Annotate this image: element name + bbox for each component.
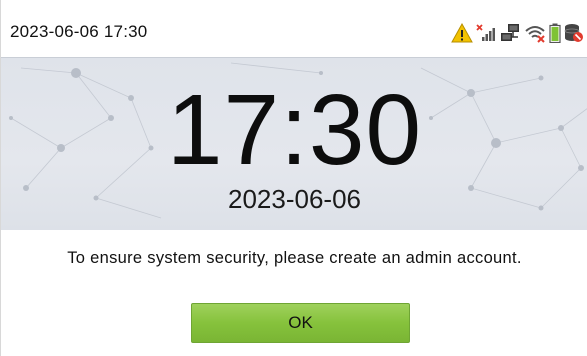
security-message: To ensure system security, please create… bbox=[67, 249, 522, 267]
status-bar: 2023-06-06 17:30 bbox=[1, 0, 587, 58]
no-signal-icon bbox=[476, 23, 496, 43]
clock-date: 2023-06-06 bbox=[228, 184, 361, 214]
battery-icon bbox=[549, 23, 561, 43]
status-icons bbox=[451, 22, 584, 44]
device-screen: 2023-06-06 17:30 17:30 2023-06-06 To ens… bbox=[0, 0, 587, 356]
ok-button[interactable]: OK bbox=[191, 303, 410, 343]
network-icon bbox=[499, 23, 521, 43]
clock-time: 17:30 bbox=[166, 74, 423, 186]
warning-icon bbox=[451, 23, 473, 43]
wifi-off-icon bbox=[524, 23, 546, 43]
status-datetime: 2023-06-06 17:30 bbox=[10, 22, 148, 41]
database-icon bbox=[564, 23, 584, 43]
clock-panel: 17:30 2023-06-06 bbox=[1, 58, 587, 230]
